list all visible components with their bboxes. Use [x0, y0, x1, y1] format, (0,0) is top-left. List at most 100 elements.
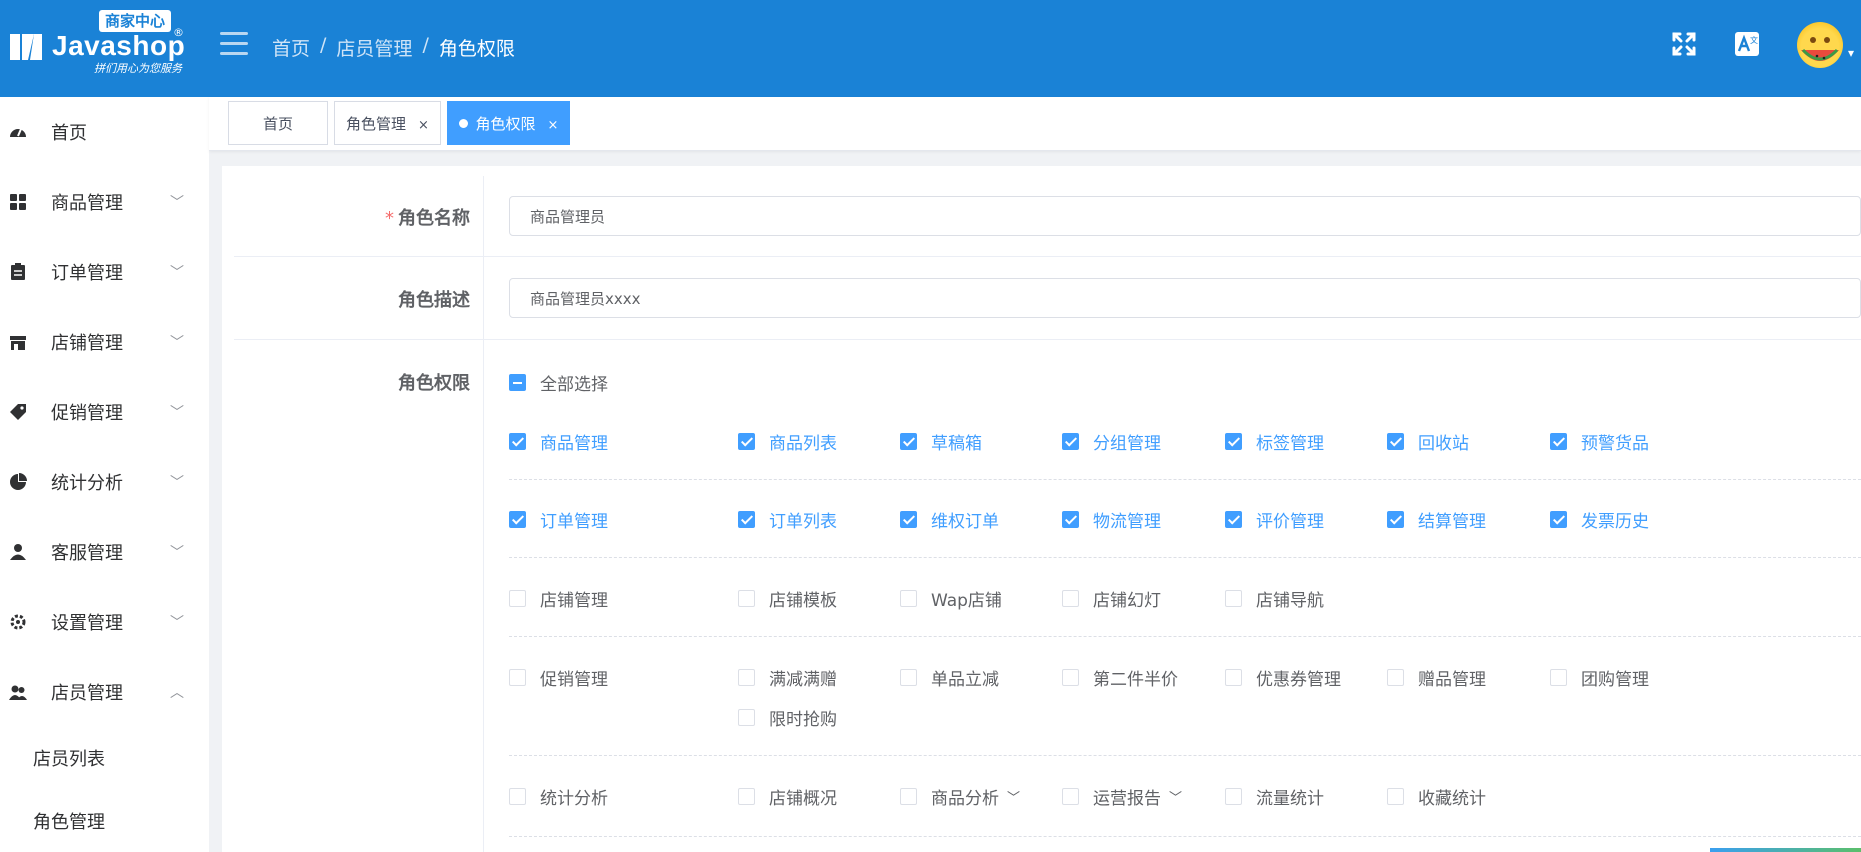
perm-checkbox[interactable]: 店铺导航: [1225, 586, 1324, 611]
sidebar: 首页 商品管理 ﹀ 订单管理 ﹀ 店铺管理 ﹀ 促销管理 ﹀ 统计分析 ﹀ 客服…: [0, 97, 209, 852]
sidebar-item-orders[interactable]: 订单管理 ﹀: [0, 237, 209, 307]
sidebar-item-label: 促销管理: [51, 403, 123, 424]
sidebar-item-shop[interactable]: 店铺管理 ﹀: [0, 307, 209, 377]
pie-chart-icon: [10, 473, 27, 490]
perm-checkbox[interactable]: 店铺模板: [738, 586, 837, 611]
sidebar-subitem-label: 店员列表: [33, 749, 105, 770]
sidebar-subitem-role-manage[interactable]: 角色管理: [0, 790, 209, 852]
tab-role-permission[interactable]: 角色权限 ×: [447, 101, 570, 145]
tab-role-manage[interactable]: 角色管理 ×: [334, 101, 441, 145]
perm-checkbox[interactable]: Wap店铺: [900, 586, 1002, 611]
perm-checkbox[interactable]: 标签管理: [1225, 429, 1324, 454]
sidebar-item-settings[interactable]: 设置管理 ﹀: [0, 587, 209, 657]
sidebar-item-promo[interactable]: 促销管理 ﹀: [0, 377, 209, 447]
role-name-label: * 角色名称: [222, 204, 470, 230]
role-name-input[interactable]: 商品管理员: [509, 196, 1861, 236]
perm-label: 赠品管理: [1418, 670, 1486, 690]
sidebar-item-staff[interactable]: 店员管理 ︿: [0, 657, 209, 727]
sidebar-item-label: 首页: [51, 123, 87, 144]
perm-checkbox[interactable]: 回收站: [1387, 429, 1469, 454]
breadcrumb-item-staff[interactable]: 店员管理: [336, 34, 412, 61]
active-dot-icon: [458, 118, 468, 128]
grid-icon: [10, 194, 26, 210]
perm-checkbox[interactable]: 团购管理: [1550, 665, 1649, 690]
group-divider: [509, 836, 1861, 837]
perm-checkbox[interactable]: 预警货品: [1550, 429, 1649, 454]
perm-label: 维权订单: [931, 512, 999, 532]
perm-checkbox[interactable]: 商品分析 ﹀: [900, 784, 1020, 809]
sidebar-item-stats[interactable]: 统计分析 ﹀: [0, 447, 209, 517]
chevron-down-icon[interactable]: ﹀: [1169, 787, 1182, 806]
chevron-down-icon[interactable]: ﹀: [1007, 787, 1020, 806]
group-divider: [509, 479, 1861, 480]
perm-label: 满减满赠: [769, 670, 837, 690]
perm-label: 订单列表: [769, 512, 837, 532]
tab-home[interactable]: 首页: [228, 101, 328, 145]
sidebar-item-label: 商品管理: [51, 193, 123, 214]
perm-checkbox[interactable]: 优惠券管理: [1225, 665, 1341, 690]
perm-checkbox[interactable]: 订单列表: [738, 507, 837, 532]
perm-checkbox[interactable]: 结算管理: [1387, 507, 1486, 532]
fullscreen-icon[interactable]: [1670, 30, 1698, 58]
sidebar-item-home[interactable]: 首页: [0, 97, 209, 167]
role-desc-input[interactable]: 商品管理员xxxx: [509, 278, 1861, 318]
sidebar-toggle-icon[interactable]: [220, 32, 248, 56]
sidebar-item-label: 设置管理: [51, 613, 123, 634]
close-icon[interactable]: ×: [548, 118, 559, 133]
sidebar-item-label: 店铺管理: [51, 333, 123, 354]
avatar-dropdown-icon[interactable]: ▾: [1848, 46, 1854, 60]
logo-slogan: 拼们用心为您服务: [94, 62, 182, 75]
perm-label: 店铺幻灯: [1093, 591, 1161, 611]
shop-icon: [10, 336, 26, 350]
perm-label: 分组管理: [1093, 434, 1161, 454]
close-icon[interactable]: ×: [418, 118, 429, 133]
perm-checkbox-stats[interactable]: 统计分析: [509, 784, 608, 809]
perm-checkbox[interactable]: 满减满赠: [738, 665, 837, 690]
perm-checkbox[interactable]: 评价管理: [1225, 507, 1324, 532]
tab-label: 角色权限: [475, 114, 536, 133]
breadcrumb-item-home[interactable]: 首页: [272, 34, 310, 61]
breadcrumb-item-current: 角色权限: [438, 38, 515, 60]
perm-checkbox[interactable]: 收藏统计: [1387, 784, 1486, 809]
perm-checkbox[interactable]: 运营报告 ﹀: [1062, 784, 1182, 809]
perm-label: 流量统计: [1256, 789, 1324, 809]
perm-checkbox[interactable]: 赠品管理: [1387, 665, 1486, 690]
perm-label: 订单管理: [540, 512, 608, 532]
group-divider: [509, 755, 1861, 756]
perm-checkbox[interactable]: 发票历史: [1550, 507, 1649, 532]
sidebar-item-label: 客服管理: [51, 543, 123, 564]
perm-label: 团购管理: [1581, 670, 1649, 690]
top-header: 商家中心 Javashop ® 拼们用心为您服务 首页 / 店员管理 / 角色权…: [0, 0, 1861, 97]
perm-label: 第二件半价: [1093, 670, 1178, 690]
perm-checkbox-order[interactable]: 订单管理: [509, 507, 608, 532]
perm-checkbox[interactable]: 商品列表: [738, 429, 837, 454]
perm-checkbox[interactable]: 第二件半价: [1062, 665, 1178, 690]
perm-checkbox[interactable]: 单品立减: [900, 665, 999, 690]
language-icon[interactable]: 文: [1733, 30, 1761, 58]
perm-checkbox[interactable]: 物流管理: [1062, 507, 1161, 532]
perm-checkbox-shop[interactable]: 店铺管理: [509, 586, 608, 611]
sidebar-item-goods[interactable]: 商品管理 ﹀: [0, 167, 209, 237]
perm-checkbox[interactable]: 分组管理: [1062, 429, 1161, 454]
role-desc-label: 角色描述: [222, 286, 470, 312]
perm-label: 统计分析: [540, 789, 608, 809]
perm-checkbox-goods[interactable]: 商品管理: [509, 429, 608, 454]
sidebar-subitem-staff-list[interactable]: 店员列表: [0, 727, 209, 789]
role-desc-value: 商品管理员xxxx: [530, 289, 641, 308]
perm-checkbox[interactable]: 流量统计: [1225, 784, 1324, 809]
logo-mark-icon: [10, 34, 42, 60]
sidebar-item-service[interactable]: 客服管理 ﹀: [0, 517, 209, 587]
perm-checkbox[interactable]: 限时抢购: [738, 705, 837, 730]
user-avatar[interactable]: [1797, 22, 1843, 68]
perm-label: 物流管理: [1093, 512, 1161, 532]
logo-registered-mark: ®: [173, 26, 184, 39]
perm-checkbox[interactable]: 维权订单: [900, 507, 999, 532]
select-all-checkbox[interactable]: 全部选择: [509, 370, 608, 395]
perm-label: 商品分析: [931, 789, 999, 809]
perm-checkbox[interactable]: 店铺幻灯: [1062, 586, 1161, 611]
perm-checkbox[interactable]: 草稿箱: [900, 429, 982, 454]
logo-text: Javashop: [52, 30, 186, 61]
perm-checkbox[interactable]: 店铺概况: [738, 784, 837, 809]
javashop-logo[interactable]: 商家中心 Javashop ® 拼们用心为您服务: [8, 10, 188, 80]
perm-checkbox-promo[interactable]: 促销管理: [509, 665, 608, 690]
